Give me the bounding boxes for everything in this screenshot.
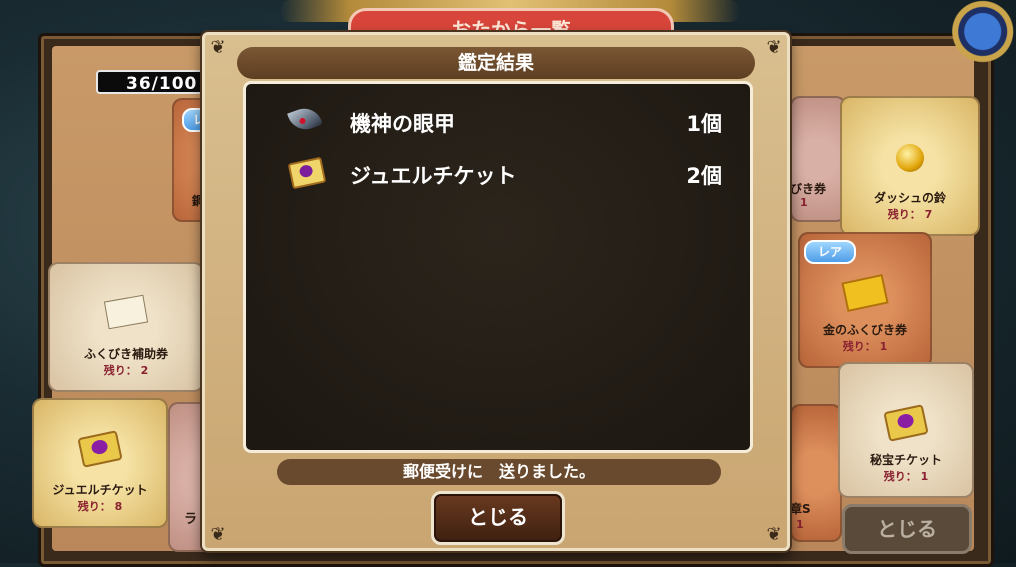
bell-icon (896, 144, 924, 180)
jewel-ticket-icon (77, 430, 123, 472)
ticket-icon (103, 294, 149, 334)
result-item-name: ジュエルチケット (350, 164, 517, 188)
result-row: ジュエルチケット 2個 (246, 152, 750, 192)
card-name: ダッシュの鈴 (873, 191, 946, 205)
item-card[interactable]: びき券 1 (790, 96, 846, 222)
corner-ornament-icon: ❦ (210, 524, 226, 545)
card-name: 金のふくびき券 (822, 323, 907, 337)
close-button[interactable]: とじる (431, 491, 565, 545)
dialog-title: 鑑定結果 (237, 47, 755, 79)
jewel-ticket-icon (883, 404, 929, 446)
sent-message: 郵便受けに 送りました。 (277, 459, 721, 485)
gold-ticket-icon (841, 273, 889, 316)
result-item-qty: 2個 (686, 164, 722, 188)
result-list: 機神の眼甲 1個 ジュエルチケット 2個 (243, 81, 753, 453)
result-row: 機神の眼甲 1個 (246, 100, 750, 140)
card-remaining: 残り： 8 (77, 500, 123, 513)
card-remaining: 残り： 7 (887, 208, 933, 221)
corner-ornament-icon: ❦ (766, 524, 782, 545)
card-name-partial: ラ (184, 512, 198, 527)
item-counter: 36/100 (96, 70, 216, 94)
jewel-ticket-icon (287, 156, 327, 190)
card-remaining-partial: 1 (796, 518, 804, 531)
item-card-dash-bell[interactable]: ダッシュの鈴 残り： 7 (840, 96, 980, 236)
background-close-button[interactable]: とじる (842, 504, 972, 554)
card-name: ジュエルチケット (52, 483, 148, 497)
armor-icon (287, 103, 323, 135)
item-card-jewel-ticket[interactable]: ジュエルチケット 残り： 8 (32, 398, 168, 528)
item-card-hihou-ticket[interactable]: 秘宝チケット 残り： 1 (838, 362, 974, 498)
card-name-partial: びき券 (790, 182, 827, 196)
corner-ornament-icon: ❦ (766, 37, 782, 58)
item-card[interactable]: 章S 1 (790, 404, 842, 542)
result-item-name: 機神の眼甲 (350, 112, 455, 136)
corner-ornament-icon: ❦ (210, 37, 226, 58)
rare-badge: レア (804, 240, 856, 264)
card-remaining: 残り： 1 (842, 340, 888, 353)
card-name: 秘宝チケット (869, 453, 942, 467)
result-item-qty: 1個 (686, 112, 722, 136)
card-name-partial: 章S (790, 502, 811, 516)
card-remaining-partial: 1 (800, 196, 808, 209)
appraisal-result-dialog: ❦ ❦ ❦ ❦ 鑑定結果 機神の眼甲 1個 ジュエルチケット 2個 郵便受けに … (202, 32, 790, 551)
card-remaining: 残り： 1 (883, 470, 929, 483)
item-card-gold-fukubiki[interactable]: レア 金のふくびき券 残り： 1 (798, 232, 932, 368)
item-card-fukubiki-hojoken[interactable]: ふくびき補助券 残り： 2 (48, 262, 204, 392)
card-name: ふくびき補助券 (83, 347, 168, 361)
card-remaining: 残り： 2 (103, 364, 149, 377)
menu-emblem-icon[interactable] (942, 0, 1016, 70)
